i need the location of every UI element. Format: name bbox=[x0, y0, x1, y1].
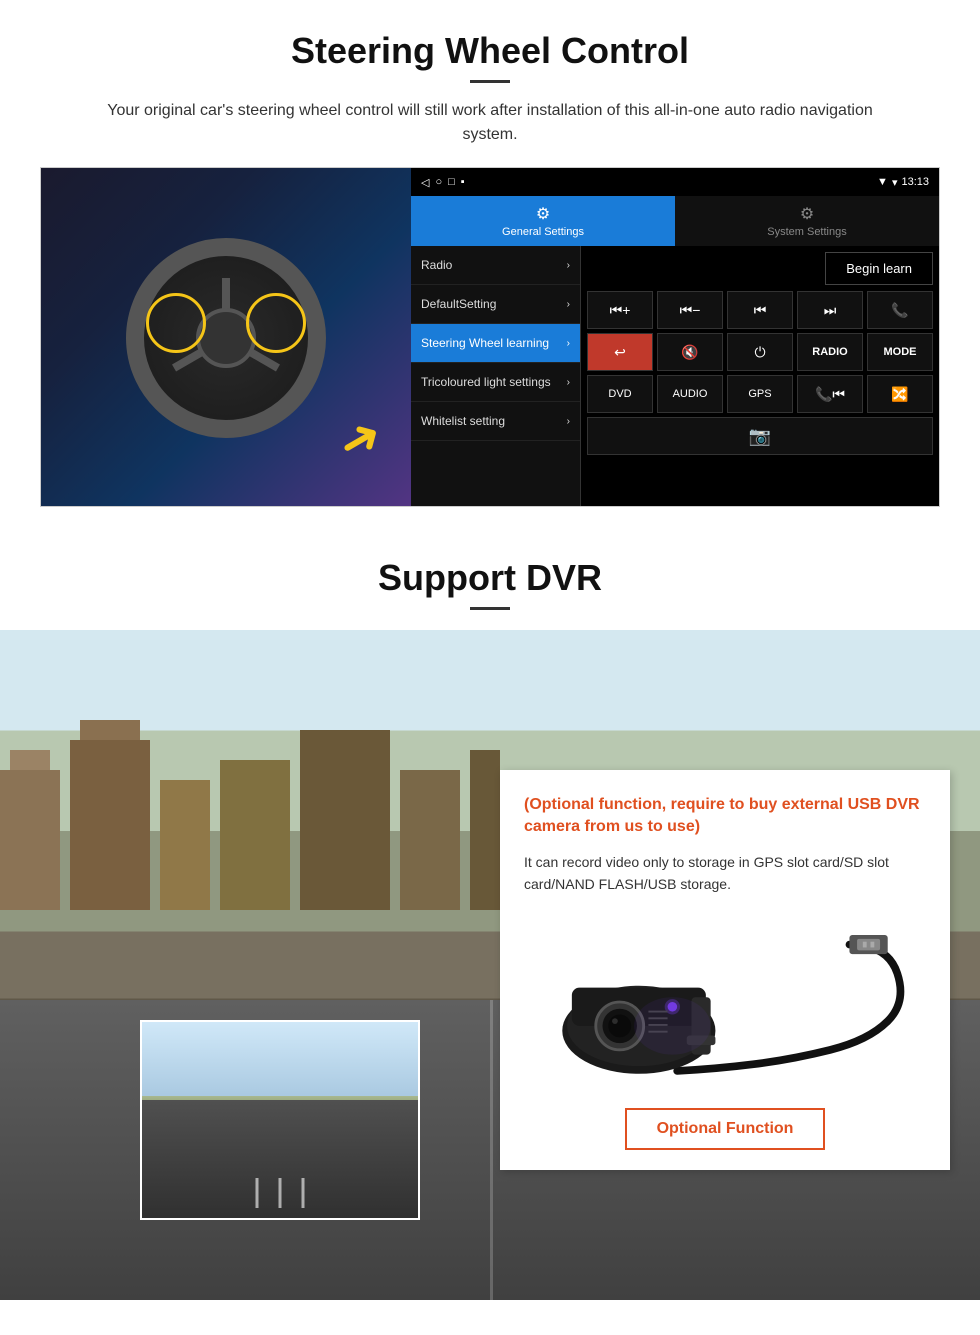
btn-row-3: DVD AUDIO GPS 📞⏮ 🔀 bbox=[587, 375, 933, 413]
steering-description: Your original car's steering wheel contr… bbox=[80, 99, 900, 147]
dvr-description: It can record video only to storage in G… bbox=[524, 851, 926, 896]
shuffle-next-button[interactable]: 🔀 bbox=[867, 375, 933, 413]
gps-button[interactable]: GPS bbox=[727, 375, 793, 413]
dvd-button[interactable]: DVD bbox=[587, 375, 653, 413]
camera-button[interactable]: 📷 bbox=[587, 417, 933, 455]
menu-icon[interactable]: ▪ bbox=[461, 176, 465, 188]
chevron-icon: › bbox=[567, 416, 570, 427]
highlight-left bbox=[146, 293, 206, 353]
system-icon: ⚙ bbox=[800, 204, 814, 224]
buildings-svg bbox=[0, 710, 500, 910]
android-ui: ◁ ○ □ ▪ ▼ ▾ 13:13 ⚙ General Settings bbox=[411, 168, 939, 506]
steering-photo: ➜ bbox=[41, 168, 411, 507]
menu-list: Radio › DefaultSetting › Steering Wheel … bbox=[411, 246, 581, 506]
road-center-line bbox=[490, 1000, 493, 1300]
menu-item-default[interactable]: DefaultSetting › bbox=[411, 285, 580, 324]
vol-up-button[interactable]: ⏮+ bbox=[587, 291, 653, 329]
menu-item-tricolour[interactable]: Tricoloured light settings › bbox=[411, 363, 580, 402]
menu-item-steering[interactable]: Steering Wheel learning › bbox=[411, 324, 580, 363]
home-icon[interactable]: ○ bbox=[435, 176, 442, 188]
power-button[interactable]: ⏻ bbox=[727, 333, 793, 371]
btn-row-2: ↩ 🔇 ⏻ RADIO MODE bbox=[587, 333, 933, 371]
gear-icon: ⚙ bbox=[536, 204, 550, 224]
next-button[interactable]: ⏭ bbox=[797, 291, 863, 329]
btn-row-4: 📷 bbox=[587, 417, 933, 455]
steering-divider bbox=[470, 80, 510, 83]
hangup-button[interactable]: ↩ bbox=[587, 333, 653, 371]
highlight-right bbox=[246, 293, 306, 353]
wheel-container bbox=[126, 238, 326, 438]
menu-tricolour-label: Tricoloured light settings bbox=[421, 375, 551, 389]
menu-default-label: DefaultSetting bbox=[421, 297, 496, 311]
clock: 13:13 bbox=[901, 176, 929, 188]
thumb-lines bbox=[256, 1178, 305, 1208]
statusbar-status: ▼ ▾ 13:13 bbox=[877, 176, 929, 189]
mode-button[interactable]: MODE bbox=[867, 333, 933, 371]
road-line-1 bbox=[256, 1178, 259, 1208]
tab-general-settings[interactable]: ⚙ General Settings bbox=[411, 196, 675, 246]
menu-item-radio[interactable]: Radio › bbox=[411, 246, 580, 285]
dvr-thumbnail-inner bbox=[142, 1022, 418, 1218]
begin-learn-button[interactable]: Begin learn bbox=[825, 252, 933, 285]
dvr-title-area: Support DVR bbox=[0, 527, 980, 630]
chevron-icon: › bbox=[567, 377, 570, 388]
chevron-icon: › bbox=[567, 260, 570, 271]
prev-button[interactable]: ⏮ bbox=[727, 291, 793, 329]
vol-down-button[interactable]: ⏮− bbox=[657, 291, 723, 329]
call-button[interactable]: 📞 bbox=[867, 291, 933, 329]
steering-title: Steering Wheel Control bbox=[40, 30, 940, 72]
menu-radio-label: Radio bbox=[421, 258, 452, 272]
button-grid: Begin learn ⏮+ ⏮− ⏮ ⏭ 📞 ↩ 🔇 ⏻ bbox=[581, 246, 939, 506]
wifi-icon: ▾ bbox=[892, 176, 898, 189]
dvr-title: Support DVR bbox=[0, 557, 980, 599]
dvr-section: Support DVR bbox=[0, 527, 980, 1327]
menu-steering-label: Steering Wheel learning bbox=[421, 336, 549, 350]
tab-system-settings[interactable]: ⚙ System Settings bbox=[675, 196, 939, 246]
dvr-optional-warning: (Optional function, require to buy exter… bbox=[524, 794, 926, 839]
recents-icon[interactable]: □ bbox=[448, 176, 455, 188]
tabbar: ⚙ General Settings ⚙ System Settings bbox=[411, 196, 939, 246]
chevron-icon: › bbox=[567, 299, 570, 310]
dvr-scene: (Optional function, require to buy exter… bbox=[0, 630, 980, 1300]
dvr-thumbnail bbox=[140, 1020, 420, 1220]
dvr-camera-image bbox=[524, 912, 926, 1092]
menu-item-whitelist[interactable]: Whitelist setting › bbox=[411, 402, 580, 441]
btn-row-1: ⏮+ ⏮− ⏮ ⏭ 📞 bbox=[587, 291, 933, 329]
menu-whitelist-label: Whitelist setting bbox=[421, 414, 505, 428]
dvr-divider bbox=[470, 607, 510, 610]
back-icon[interactable]: ◁ bbox=[421, 176, 429, 189]
road-line-2 bbox=[279, 1178, 282, 1208]
dvr-info-card: (Optional function, require to buy exter… bbox=[500, 770, 950, 1170]
statusbar: ◁ ○ □ ▪ ▼ ▾ 13:13 bbox=[411, 168, 939, 196]
optional-function-button[interactable]: Optional Function bbox=[625, 1108, 826, 1150]
road-line-3 bbox=[302, 1178, 305, 1208]
statusbar-nav: ◁ ○ □ ▪ bbox=[421, 176, 465, 189]
steering-section: Steering Wheel Control Your original car… bbox=[0, 0, 980, 527]
thumb-sky bbox=[142, 1022, 418, 1100]
begin-learn-row: Begin learn bbox=[587, 252, 933, 285]
chevron-icon: › bbox=[567, 338, 570, 349]
mute-button[interactable]: 🔇 bbox=[657, 333, 723, 371]
tab-general-label: General Settings bbox=[502, 226, 584, 238]
steering-composite: ➜ ◁ ○ □ ▪ ▼ ▾ 13:13 ⚙ bbox=[40, 167, 940, 507]
dvr-camera-svg bbox=[524, 912, 926, 1092]
tab-system-label: System Settings bbox=[767, 226, 846, 238]
phone-prev-button[interactable]: 📞⏮ bbox=[797, 375, 863, 413]
radio-button[interactable]: RADIO bbox=[797, 333, 863, 371]
android-content: Radio › DefaultSetting › Steering Wheel … bbox=[411, 246, 939, 506]
audio-button[interactable]: AUDIO bbox=[657, 375, 723, 413]
signal-icon: ▼ bbox=[877, 176, 888, 188]
arrow-icon: ➜ bbox=[327, 403, 392, 474]
